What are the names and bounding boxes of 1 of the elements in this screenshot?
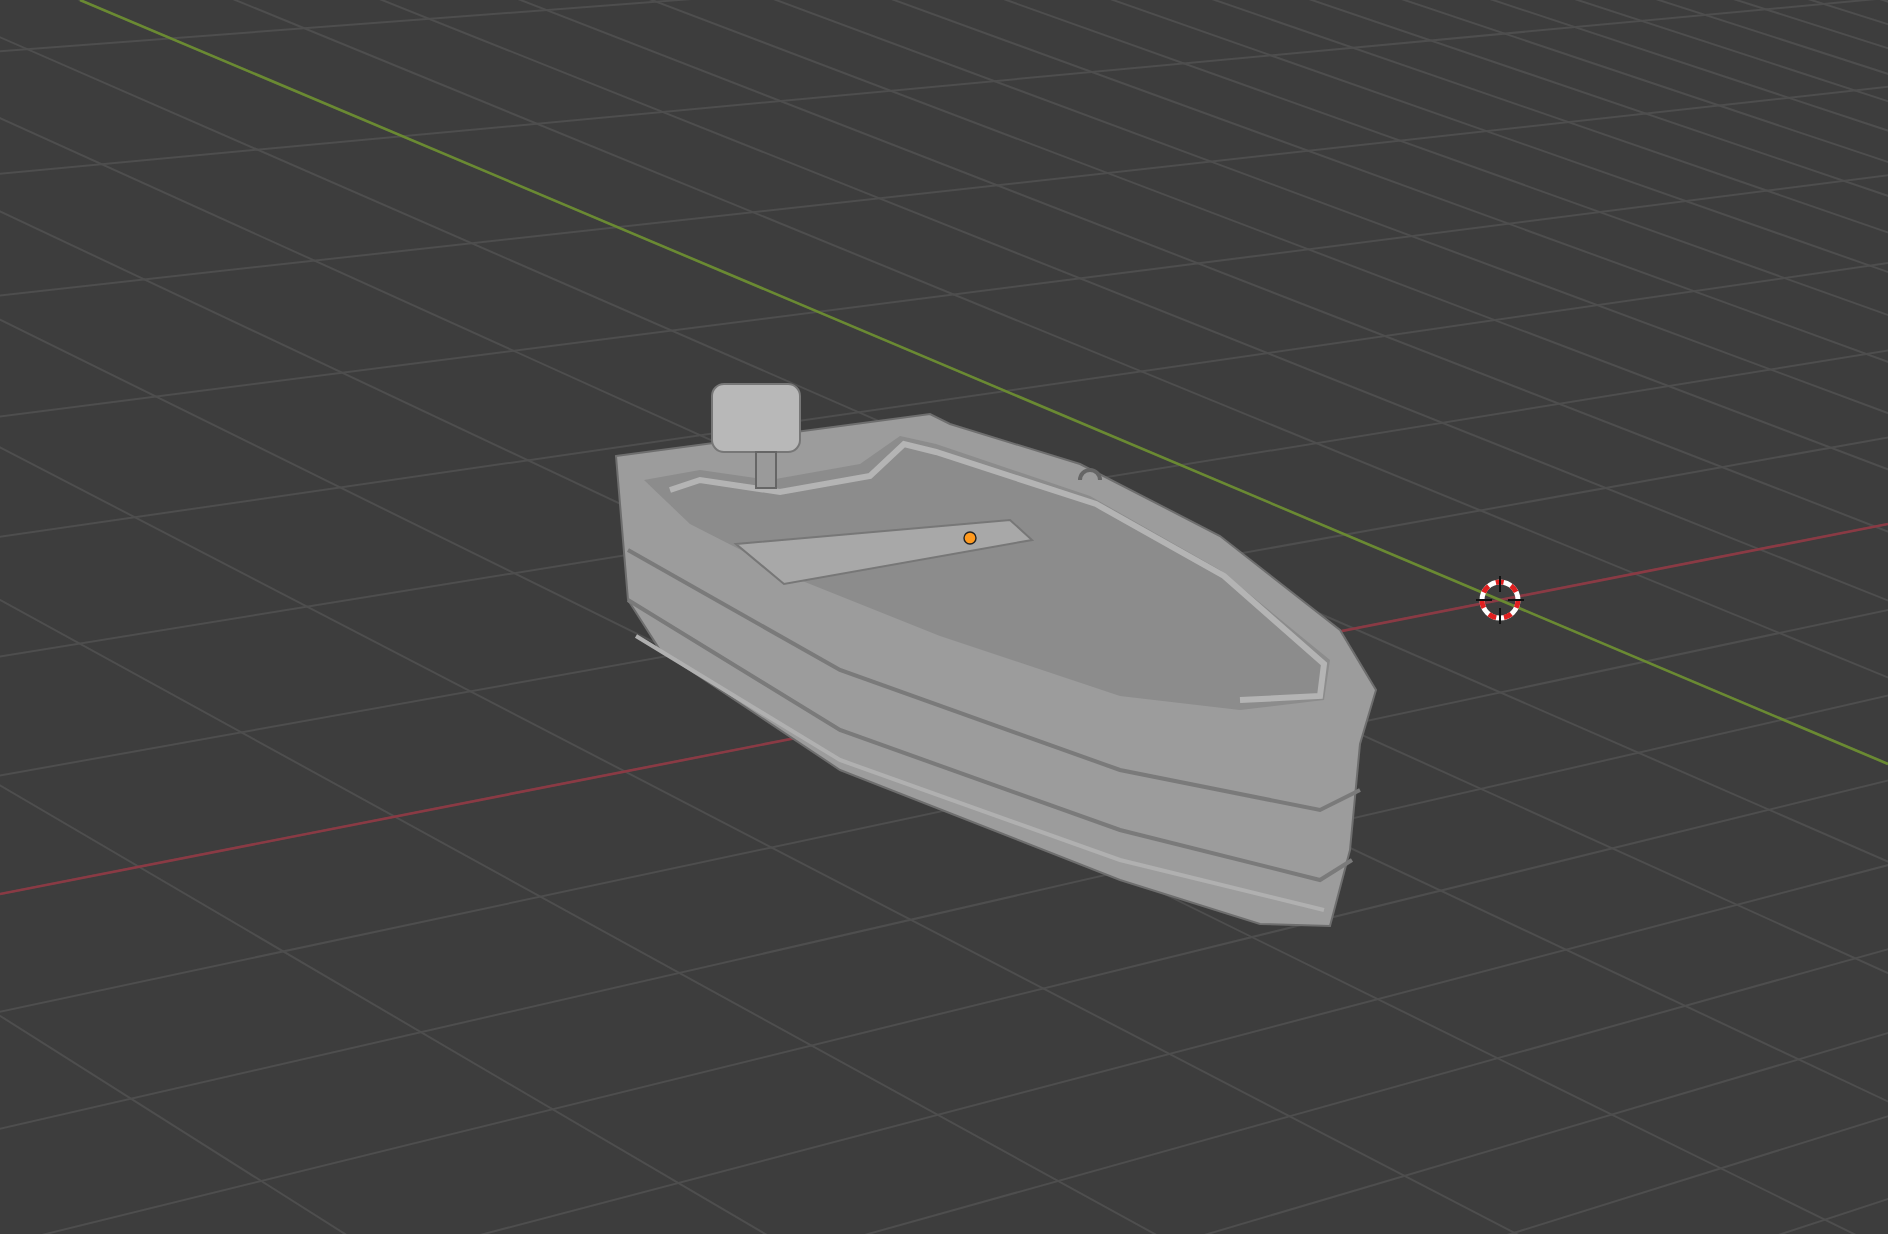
crosshair-icon[interactable] bbox=[1475, 575, 1525, 625]
